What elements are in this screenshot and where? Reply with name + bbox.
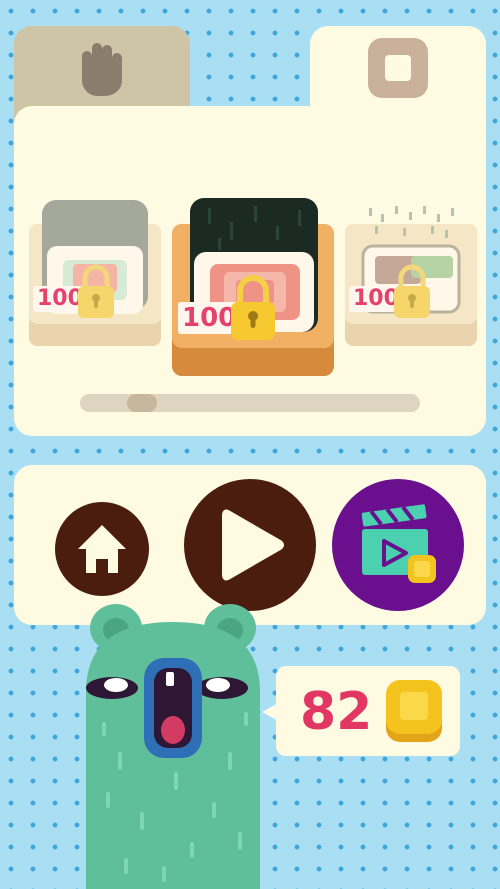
- coin-count: 82: [300, 682, 373, 742]
- square-icon: [368, 38, 428, 98]
- skin-card-2[interactable]: 100: [172, 198, 334, 376]
- character-mascot: [86, 604, 260, 889]
- lock-icon: [394, 264, 430, 318]
- watch-video-reward-button[interactable]: [332, 479, 464, 611]
- home-icon: [78, 525, 126, 573]
- hand-icon: [82, 43, 122, 96]
- home-button[interactable]: [55, 502, 149, 596]
- lock-icon: [231, 275, 275, 340]
- skin-card-3[interactable]: 100: [345, 200, 477, 348]
- play-icon: [222, 509, 284, 581]
- lock-icon: [78, 264, 114, 318]
- coin-icon: [386, 680, 442, 742]
- carousel-scroll-thumb[interactable]: [126, 394, 157, 412]
- video-reward-icon: [361, 504, 436, 583]
- play-button[interactable]: [184, 479, 316, 611]
- skin-card-1[interactable]: 100: [29, 200, 161, 348]
